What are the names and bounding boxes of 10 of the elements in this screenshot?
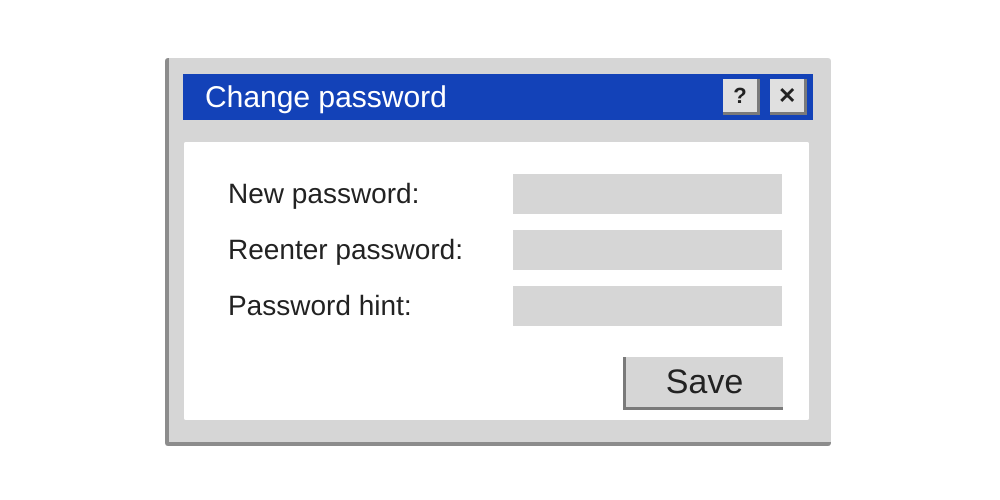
field-label: New password: bbox=[228, 177, 420, 211]
input-field[interactable] bbox=[513, 174, 782, 214]
input-field[interactable] bbox=[513, 230, 782, 270]
help-button[interactable]: ? bbox=[723, 79, 760, 115]
field-label: Password hint: bbox=[228, 289, 413, 323]
save-button[interactable]: Save bbox=[623, 357, 783, 410]
field-label: Reenter password: bbox=[228, 233, 464, 267]
input-field[interactable] bbox=[513, 286, 782, 326]
window-title: Change password bbox=[205, 80, 448, 116]
close-button[interactable]: ✕ bbox=[770, 79, 807, 115]
